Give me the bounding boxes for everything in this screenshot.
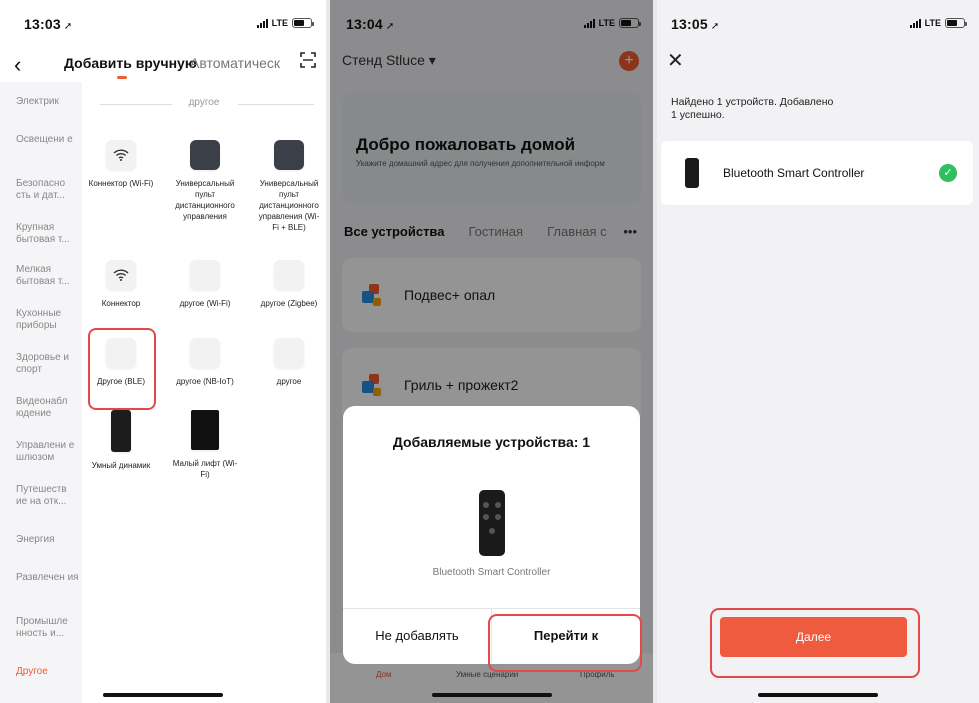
speaker-icon: [111, 410, 131, 452]
lift-icon: [191, 410, 219, 450]
remote-control-image: [479, 490, 505, 556]
check-icon: ✓: [939, 164, 957, 182]
device-label: Коннектор: [101, 299, 141, 308]
time-text: 13:05: [671, 16, 708, 32]
battery-icon: [292, 18, 314, 28]
signal-icon: [909, 18, 921, 28]
category-item[interactable]: Энергия: [16, 534, 80, 546]
result-line-2: 1 успешно.: [671, 109, 725, 121]
remote-hub-icon: [190, 140, 220, 170]
device-tile[interactable]: другое (Zigbee): [256, 260, 322, 309]
category-item[interactable]: Промышле нность и...: [16, 616, 80, 640]
added-device-name: Bluetooth Smart Controller: [723, 166, 865, 180]
signal-icon: [256, 18, 268, 28]
result-line-1: Найдено 1 устройств. Добавлено: [671, 96, 834, 108]
device-tile[interactable]: Умный динамик: [88, 410, 154, 471]
device-tile[interactable]: Универсальный пульт дистанционного управ…: [256, 140, 322, 233]
back-icon[interactable]: ‹: [14, 52, 21, 78]
top-nav: ‹ Добавить вручную Автоматическ: [0, 44, 326, 82]
device-tile[interactable]: другое: [256, 338, 322, 387]
device-tile[interactable]: Коннектор: [88, 260, 154, 309]
location-arrow-icon: ➚: [710, 21, 720, 32]
category-item[interactable]: Кухонные приборы: [16, 308, 80, 332]
category-item[interactable]: Развлечен ия: [16, 572, 80, 584]
device-label: Универсальный пульт дистанционного управ…: [258, 179, 320, 232]
category-item[interactable]: Освещени е: [16, 134, 80, 146]
device-label: другое (Wi-Fi): [179, 299, 231, 308]
generic-device-icon: [190, 260, 220, 290]
home-screen-with-modal: 13:04 ➚ LTE Стенд Stluce ▾ + Добро пожало…: [330, 0, 653, 703]
category-sidebar: Электрик Освещени е Безопасно сть и дат.…: [0, 82, 82, 703]
category-item[interactable]: Видеонабл юдение: [16, 396, 80, 420]
add-device-screen: 13:03 ➚ LTE ‹ Добавить вручную Автоматиче…: [0, 0, 326, 703]
device-label: Коннектор (Wi-Fi): [88, 179, 154, 188]
modal-device-name: Bluetooth Smart Controller: [432, 567, 551, 578]
home-indicator: [758, 693, 878, 697]
status-icons: LTE: [256, 18, 314, 28]
device-tile[interactable]: другое (Wi-Fi): [172, 260, 238, 309]
remote-control-icon: [685, 158, 699, 188]
highlight-box: [88, 328, 156, 410]
status-time: 13:03 ➚: [24, 16, 72, 32]
result-message: Найдено 1 устройств. Добавлено 1 успешно…: [671, 96, 833, 122]
generic-device-icon: [274, 338, 304, 368]
network-label: LTE: [271, 18, 288, 28]
device-tile[interactable]: другое (NB-IoT): [172, 338, 238, 387]
generic-device-icon: [274, 260, 304, 290]
category-item[interactable]: Здоровье и спорт: [16, 352, 80, 376]
home-indicator: [431, 693, 552, 697]
scan-icon[interactable]: [300, 52, 316, 68]
wifi-icon: [106, 140, 136, 170]
category-item[interactable]: Управлени е шлюзом: [16, 440, 80, 464]
category-item[interactable]: Электрик: [16, 96, 80, 108]
device-label: Малый лифт (Wi-Fi): [172, 459, 238, 479]
device-label: другое: [276, 377, 302, 386]
generic-device-icon: [190, 338, 220, 368]
status-icons: LTE: [909, 18, 967, 28]
dont-add-button[interactable]: Не добавлять: [343, 608, 491, 664]
category-item[interactable]: Безопасно сть и дат...: [16, 178, 80, 202]
category-item[interactable]: Путешеств ие на отк...: [16, 484, 80, 508]
category-item-active[interactable]: Другое: [16, 666, 80, 678]
status-time: 13:05 ➚: [671, 16, 719, 32]
status-bar: 13:05 ➚ LTE: [657, 0, 979, 42]
tab-manual[interactable]: Добавить вручную: [64, 55, 197, 71]
add-result-screen: 13:05 ➚ LTE ✕ Найдено 1 устройств. Добавл…: [657, 0, 979, 703]
device-tile[interactable]: Малый лифт (Wi-Fi): [172, 410, 238, 480]
added-device-row[interactable]: Bluetooth Smart Controller ✓: [661, 141, 973, 205]
device-tile[interactable]: Универсальный пульт дистанционного управ…: [172, 140, 238, 222]
remote-hub-icon: [274, 140, 304, 170]
tab-auto[interactable]: Автоматическ: [190, 55, 280, 71]
section-divider: [238, 104, 314, 105]
category-item[interactable]: Мелкая бытовая т...: [16, 264, 80, 288]
wifi-icon: [106, 260, 136, 290]
category-item[interactable]: Крупная бытовая т...: [16, 222, 80, 246]
status-bar: 13:03 ➚ LTE: [0, 0, 326, 42]
device-label: Умный динамик: [91, 461, 151, 470]
highlight-box: [710, 608, 920, 678]
location-arrow-icon: ➚: [63, 21, 73, 32]
device-label: Универсальный пульт дистанционного управ…: [175, 179, 235, 221]
close-icon[interactable]: ✕: [667, 48, 684, 73]
device-label: другое (NB-IoT): [176, 377, 234, 386]
highlight-box: [488, 614, 642, 672]
time-text: 13:03: [24, 16, 61, 32]
device-tile[interactable]: Коннектор (Wi-Fi): [88, 140, 154, 189]
section-title: другое: [188, 97, 220, 108]
device-label: другое (Zigbee): [260, 299, 318, 308]
home-indicator: [103, 693, 223, 697]
battery-icon: [945, 18, 967, 28]
tab-active-indicator: [117, 76, 127, 79]
network-label: LTE: [924, 18, 941, 28]
modal-title: Добавляемые устройства: 1: [392, 434, 591, 450]
